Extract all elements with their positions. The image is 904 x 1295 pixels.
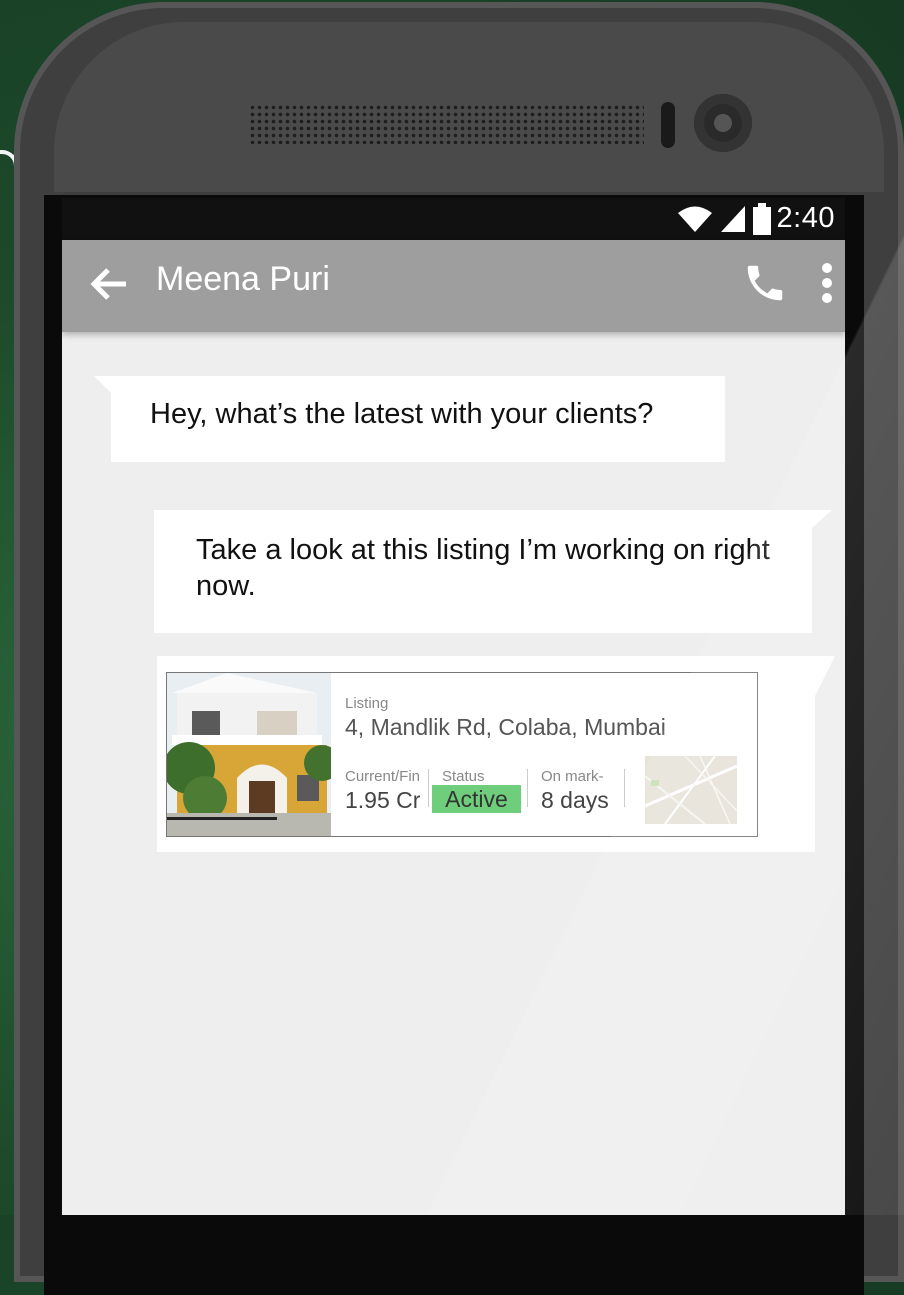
phone-screen: 2:40 Meena Puri Hey, what’s the latest w… — [62, 198, 845, 1215]
arrow-left-icon — [90, 268, 126, 300]
signal-icon — [719, 204, 747, 234]
outgoing-bubble-tail — [812, 510, 832, 528]
price-value: 1.95 Cr — [345, 787, 421, 813]
status-label: Status — [442, 768, 485, 785]
battery-icon — [752, 202, 771, 235]
map-thumbnail[interactable] — [645, 756, 737, 824]
incoming-message: Hey, what’s the latest with your clients… — [111, 376, 725, 462]
listing-address: 4, Mandlik Rd, Colaba, Mumbai — [345, 714, 666, 740]
listing-card[interactable]: Listing 4, Mandlik Rd, Colaba, Mumbai Cu… — [166, 672, 758, 837]
divider — [428, 769, 429, 807]
phone-icon — [747, 265, 783, 301]
wifi-icon — [677, 204, 713, 234]
incoming-bubble-tail — [94, 376, 112, 394]
outgoing-message: Take a look at this listing I’m working … — [154, 510, 812, 633]
back-button[interactable] — [88, 262, 132, 306]
message-text: Hey, what’s the latest with your clients… — [150, 398, 654, 430]
divider — [624, 769, 625, 807]
more-vert-icon — [822, 263, 832, 303]
price-label: Current/Fin — [345, 768, 421, 785]
market-label: On mark- — [541, 768, 604, 785]
overflow-menu-button[interactable] — [814, 260, 840, 306]
proximity-sensor — [661, 102, 675, 148]
call-button[interactable] — [742, 260, 788, 306]
conversation-title: Meena Puri — [156, 260, 330, 298]
listing-label: Listing — [345, 695, 389, 712]
divider — [527, 769, 528, 807]
front-camera — [694, 94, 752, 152]
status-badge: Active — [432, 785, 521, 813]
app-bar: Meena Puri — [62, 240, 845, 332]
status-time: 2:40 — [776, 202, 835, 234]
listing-photo — [167, 673, 331, 836]
status-bar: 2:40 — [62, 198, 845, 240]
message-text: Take a look at this listing I’m working … — [196, 534, 770, 602]
market-value: 8 days — [541, 787, 609, 813]
speaker-grille — [249, 104, 644, 144]
phone-top-bezel — [54, 22, 884, 192]
outgoing-bubble-tail — [815, 656, 835, 696]
